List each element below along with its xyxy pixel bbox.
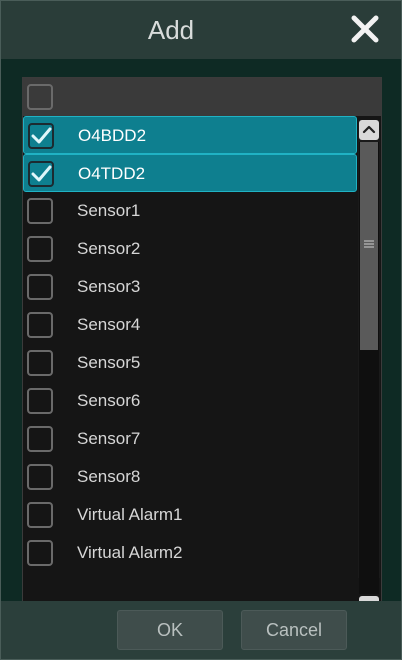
item-checkbox[interactable] bbox=[27, 350, 53, 376]
list-item[interactable]: Sensor6 bbox=[23, 382, 357, 420]
scroll-up-button[interactable] bbox=[359, 120, 379, 140]
item-label: O4TDD2 bbox=[78, 164, 146, 183]
ok-button[interactable]: OK bbox=[117, 610, 223, 650]
list-scrollbar[interactable] bbox=[358, 120, 380, 616]
close-icon bbox=[351, 15, 379, 43]
item-checkbox[interactable] bbox=[28, 161, 54, 187]
list-rows: O4BDD2 O4TDD2 Sensor1 Sensor2 Sensor3 Se… bbox=[23, 116, 357, 576]
item-checkbox[interactable] bbox=[27, 540, 53, 566]
scroll-thumb[interactable] bbox=[360, 142, 378, 350]
list-item[interactable]: Sensor1 bbox=[23, 192, 357, 230]
item-checkbox[interactable] bbox=[27, 388, 53, 414]
item-label: Sensor5 bbox=[77, 353, 141, 372]
title-bar: Add bbox=[1, 1, 401, 59]
dialog-footer: OK Cancel bbox=[1, 601, 401, 659]
dialog-body: O4BDD2 O4TDD2 Sensor1 Sensor2 Sensor3 Se… bbox=[1, 59, 401, 638]
item-list: O4BDD2 O4TDD2 Sensor1 Sensor2 Sensor3 Se… bbox=[22, 77, 382, 638]
grip-icon bbox=[364, 240, 374, 248]
scroll-track[interactable] bbox=[359, 142, 379, 594]
item-label: Sensor7 bbox=[77, 429, 141, 448]
item-label: O4BDD2 bbox=[78, 126, 147, 145]
chevron-up-icon bbox=[362, 125, 376, 134]
item-checkbox[interactable] bbox=[27, 312, 53, 338]
list-item[interactable]: Sensor7 bbox=[23, 420, 357, 458]
item-label: Sensor1 bbox=[77, 201, 141, 220]
cancel-button[interactable]: Cancel bbox=[241, 610, 347, 650]
item-checkbox[interactable] bbox=[28, 123, 54, 149]
item-label: Virtual Alarm2 bbox=[77, 543, 183, 562]
item-label: Sensor3 bbox=[77, 277, 141, 296]
add-dialog: Add O4BDD2 O4TDD2 Sensor1 Sensor2 Sensor… bbox=[0, 0, 402, 660]
checkmark-icon bbox=[31, 127, 52, 144]
list-header bbox=[23, 78, 381, 116]
item-checkbox[interactable] bbox=[27, 426, 53, 452]
item-checkbox[interactable] bbox=[27, 464, 53, 490]
dialog-title: Add bbox=[147, 15, 195, 45]
list-item[interactable]: Sensor8 bbox=[23, 458, 357, 496]
item-label: Sensor6 bbox=[77, 391, 141, 410]
item-checkbox[interactable] bbox=[27, 236, 53, 262]
item-label: Virtual Alarm1 bbox=[77, 505, 183, 524]
item-checkbox[interactable] bbox=[27, 198, 53, 224]
close-button[interactable] bbox=[347, 11, 383, 47]
item-label: Sensor8 bbox=[77, 467, 141, 486]
select-all-checkbox[interactable] bbox=[27, 84, 53, 110]
list-item[interactable]: Sensor3 bbox=[23, 268, 357, 306]
checkmark-icon bbox=[31, 165, 52, 182]
item-checkbox[interactable] bbox=[27, 274, 53, 300]
item-label: Sensor4 bbox=[77, 315, 141, 334]
item-checkbox[interactable] bbox=[27, 502, 53, 528]
list-item[interactable]: Virtual Alarm1 bbox=[23, 496, 357, 534]
list-item[interactable]: O4BDD2 bbox=[23, 116, 357, 154]
item-label: Sensor2 bbox=[77, 239, 141, 258]
list-item[interactable]: Sensor4 bbox=[23, 306, 357, 344]
list-item[interactable]: Virtual Alarm2 bbox=[23, 534, 357, 572]
list-item[interactable]: Sensor2 bbox=[23, 230, 357, 268]
list-item[interactable]: O4TDD2 bbox=[23, 154, 357, 192]
list-item[interactable]: Sensor5 bbox=[23, 344, 357, 382]
